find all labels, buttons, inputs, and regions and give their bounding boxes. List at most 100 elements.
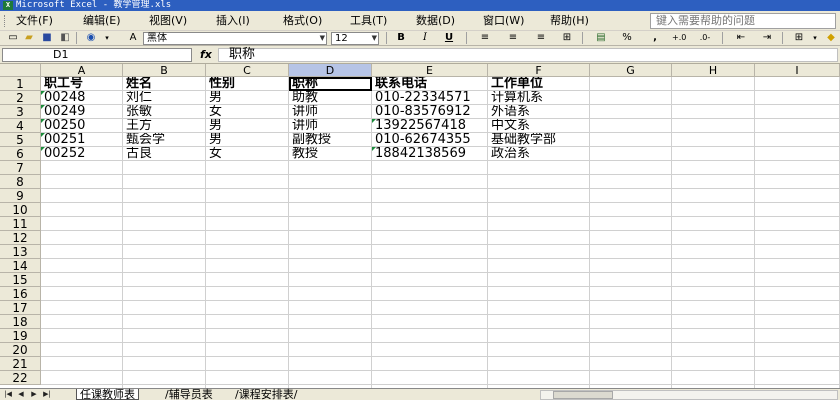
sheet-tab-teachers[interactable]: 任课教师表 <box>76 389 139 400</box>
cell-d4[interactable]: 讲师 <box>289 119 372 133</box>
row-header-7[interactable]: 7 <box>0 161 41 175</box>
cell-a4[interactable]: 00250 <box>41 119 123 133</box>
toolbar-options-icon[interactable]: ▾ <box>100 32 114 44</box>
decrease-decimal-icon[interactable]: .0- <box>698 32 712 44</box>
align-left-icon[interactable]: ≡ <box>478 32 492 44</box>
percent-button[interactable]: % <box>620 32 634 44</box>
cell-d5[interactable]: 副教授 <box>289 133 372 147</box>
cell-a6[interactable]: 00252 <box>41 147 123 161</box>
menu-window[interactable]: 窗口(W) <box>483 14 524 28</box>
cell-c6[interactable]: 女 <box>206 147 289 161</box>
column-header-e[interactable]: E <box>372 64 488 77</box>
cell-b6[interactable]: 古良 <box>123 147 206 161</box>
cell-e4[interactable]: 13922567418 <box>372 119 488 133</box>
italic-button[interactable]: I <box>418 32 432 44</box>
cell-e6[interactable]: 18842138569 <box>372 147 488 161</box>
menu-help[interactable]: 帮助(H) <box>550 14 589 28</box>
fill-color-icon[interactable]: ◆ <box>824 32 838 44</box>
last-sheet-icon[interactable]: ▶| <box>41 389 53 400</box>
cell-c4[interactable]: 男 <box>206 119 289 133</box>
menu-data[interactable]: 数据(D) <box>416 14 455 28</box>
cell-f6[interactable]: 政治系 <box>488 147 590 161</box>
worksheet-grid[interactable]: A B C D E F G H I 1 2 3 4 5 6 7 8 9 10 11 12 13 14 15 16 17 18 19 20… <box>0 64 840 388</box>
row-header-2[interactable]: 2 <box>0 91 41 105</box>
row-header-21[interactable]: 21 <box>0 357 41 371</box>
cell-c2[interactable]: 男 <box>206 91 289 105</box>
row-header-5[interactable]: 5 <box>0 133 41 147</box>
prev-sheet-icon[interactable]: ◀ <box>15 389 27 400</box>
sheet-tab-counselors[interactable]: /辅导员表 <box>162 389 216 400</box>
chevron-down-icon[interactable]: ▼ <box>320 33 325 44</box>
increase-indent-icon[interactable]: ⇥ <box>760 32 774 44</box>
row-header-14[interactable]: 14 <box>0 259 41 273</box>
column-header-g[interactable]: G <box>590 64 672 77</box>
new-file-icon[interactable]: ▭ <box>6 32 20 44</box>
menu-view[interactable]: 视图(V) <box>149 14 187 28</box>
help-icon[interactable]: ◉ <box>84 32 98 44</box>
increase-decimal-icon[interactable]: +.0 <box>672 32 686 44</box>
row-header-10[interactable]: 10 <box>0 203 41 217</box>
cell-e5[interactable]: 010-62674355 <box>372 133 488 147</box>
chevron-down-icon[interactable]: ▼ <box>372 33 377 44</box>
row-header-13[interactable]: 13 <box>0 245 41 259</box>
row-header-15[interactable]: 15 <box>0 273 41 287</box>
row-header-11[interactable]: 11 <box>0 217 41 231</box>
cell-c5[interactable]: 男 <box>206 133 289 147</box>
formula-input[interactable]: 职称 <box>218 48 838 62</box>
cell-f4[interactable]: 中文系 <box>488 119 590 133</box>
scrollbar-thumb[interactable] <box>553 391 613 399</box>
row-header-22[interactable]: 22 <box>0 371 41 385</box>
row-header-6[interactable]: 6 <box>0 147 41 161</box>
cell-d2[interactable]: 助教 <box>289 91 372 105</box>
row-header-3[interactable]: 3 <box>0 105 41 119</box>
cell-b3[interactable]: 张敏 <box>123 105 206 119</box>
merge-center-icon[interactable]: ⊞ <box>560 32 574 44</box>
row-header-4[interactable]: 4 <box>0 119 41 133</box>
comma-button[interactable]: , <box>648 32 662 44</box>
row-header-20[interactable]: 20 <box>0 343 41 357</box>
column-header-i[interactable]: I <box>755 64 840 77</box>
underline-button[interactable]: U <box>442 32 456 44</box>
cell-d1[interactable]: 职称 <box>289 77 372 91</box>
cell-f5[interactable]: 基础教学部 <box>488 133 590 147</box>
sheet-tab-schedule[interactable]: /课程安排表/ <box>232 389 300 400</box>
row-header-17[interactable]: 17 <box>0 301 41 315</box>
cell-f1[interactable]: 工作单位 <box>488 77 590 91</box>
cell-f3[interactable]: 外语系 <box>488 105 590 119</box>
next-sheet-icon[interactable]: ▶ <box>28 389 40 400</box>
borders-icon[interactable]: ⊞ <box>792 32 806 44</box>
open-folder-icon[interactable]: ▰ <box>22 32 36 44</box>
chevron-down-icon[interactable]: ▾ <box>808 32 822 44</box>
insert-function-icon[interactable]: fx <box>200 48 212 62</box>
menu-insert[interactable]: 插入(I) <box>216 14 250 28</box>
menu-edit[interactable]: 编辑(E) <box>83 14 121 28</box>
save-icon[interactable]: ■ <box>40 32 54 44</box>
cell-b1[interactable]: 姓名 <box>123 77 206 91</box>
row-header-16[interactable]: 16 <box>0 287 41 301</box>
cell-a1[interactable]: 职工号 <box>41 77 123 91</box>
menu-file[interactable]: 文件(F) <box>16 14 53 28</box>
currency-icon[interactable]: ▤ <box>594 32 608 44</box>
row-header-12[interactable]: 12 <box>0 231 41 245</box>
name-box[interactable]: D1 <box>2 48 192 62</box>
cell-f2[interactable]: 计算机系 <box>488 91 590 105</box>
first-sheet-icon[interactable]: |◀ <box>2 389 14 400</box>
column-header-h[interactable]: H <box>672 64 755 77</box>
row-header-9[interactable]: 9 <box>0 189 41 203</box>
cell-b2[interactable]: 刘仁 <box>123 91 206 105</box>
cell-e2[interactable]: 010-22334571 <box>372 91 488 105</box>
cell-e3[interactable]: 010-83576912 <box>372 105 488 119</box>
cell-b4[interactable]: 王方 <box>123 119 206 133</box>
column-header-c[interactable]: C <box>206 64 289 77</box>
row-header-8[interactable]: 8 <box>0 175 41 189</box>
column-header-b[interactable]: B <box>123 64 206 77</box>
row-header-19[interactable]: 19 <box>0 329 41 343</box>
cell-a5[interactable]: 00251 <box>41 133 123 147</box>
column-header-f[interactable]: F <box>488 64 590 77</box>
cell-d6[interactable]: 教授 <box>289 147 372 161</box>
cell-b5[interactable]: 甄会学 <box>123 133 206 147</box>
select-all-corner[interactable] <box>0 64 41 77</box>
cell-d3[interactable]: 讲师 <box>289 105 372 119</box>
permission-icon[interactable]: ◧ <box>58 32 72 44</box>
cell-a2[interactable]: 00248 <box>41 91 123 105</box>
